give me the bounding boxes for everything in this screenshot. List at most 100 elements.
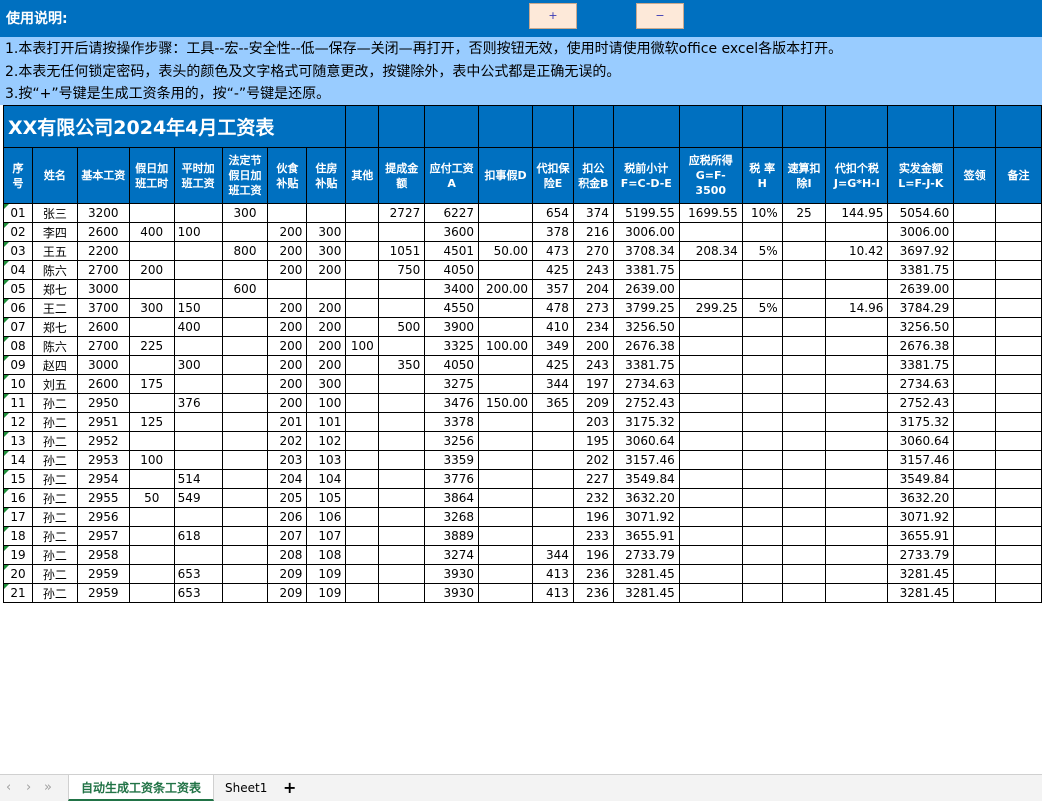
cell-other[interactable] (345, 431, 380, 451)
cell-taxable-g[interactable] (678, 469, 743, 489)
cell-holiday-hours[interactable] (128, 355, 175, 375)
cell-commission[interactable] (378, 507, 426, 527)
cell-leave-deduction-d[interactable] (478, 583, 534, 603)
cell-tax-rate-h[interactable] (741, 412, 783, 432)
cell-housing-fund-b[interactable]: 236 (572, 583, 614, 603)
cell-tax-rate-h[interactable] (741, 545, 783, 565)
cell-housing-fund-b[interactable]: 196 (572, 545, 614, 565)
cell-base-salary[interactable]: 2957 (76, 526, 130, 546)
cell-housing-allowance[interactable]: 109 (306, 564, 347, 584)
cell-overtime-pay[interactable] (173, 203, 223, 223)
cell-leave-deduction-d[interactable] (478, 469, 534, 489)
cell-insurance-e[interactable]: 413 (532, 564, 574, 584)
cell-overtime-pay[interactable] (173, 241, 223, 261)
column-header-overtime-pay[interactable]: 平时加班工资 (173, 147, 223, 204)
cell-pretax-f[interactable]: 2752.43 (612, 393, 680, 413)
cell-tax-rate-h[interactable] (741, 583, 783, 603)
cell-remarks[interactable] (995, 526, 1042, 546)
title-cell[interactable] (678, 105, 743, 148)
cell-pretax-f[interactable]: 3060.64 (612, 431, 680, 451)
last-sheet-icon[interactable]: » (44, 780, 52, 795)
cell-income-tax-j[interactable] (825, 279, 889, 299)
cell-name[interactable]: 张三 (31, 203, 78, 223)
cell-tax-rate-h[interactable] (741, 222, 783, 242)
cell-commission[interactable] (378, 393, 426, 413)
cell-insurance-e[interactable]: 413 (532, 583, 574, 603)
cell-payable-a[interactable]: 3889 (424, 526, 480, 546)
cell-net-pay-l[interactable]: 3256.50 (887, 317, 955, 337)
cell-housing-allowance[interactable]: 200 (306, 355, 347, 375)
cell-net-pay-l[interactable]: 3071.92 (887, 507, 955, 527)
cell-commission[interactable] (378, 412, 426, 432)
cell-insurance-e[interactable]: 425 (532, 260, 574, 280)
cell-income-tax-j[interactable]: 14.96 (825, 298, 889, 318)
cell-overtime-pay[interactable] (173, 545, 223, 565)
cell-other[interactable] (345, 317, 380, 337)
cell-seq[interactable]: 03 (3, 241, 33, 261)
cell-commission[interactable] (378, 469, 426, 489)
cell-base-salary[interactable]: 2959 (76, 564, 130, 584)
cell-base-salary[interactable]: 2952 (76, 431, 130, 451)
cell-pretax-f[interactable]: 2734.63 (612, 374, 680, 394)
cell-leave-deduction-d[interactable] (478, 374, 534, 394)
cell-overtime-pay[interactable] (173, 336, 223, 356)
cell-base-salary[interactable]: 2700 (76, 260, 130, 280)
cell-commission[interactable] (378, 222, 426, 242)
cell-base-salary[interactable]: 2954 (76, 469, 130, 489)
cell-legal-holiday-pay[interactable] (221, 260, 269, 280)
cell-taxable-g[interactable]: 208.34 (678, 241, 743, 261)
cell-holiday-hours[interactable] (128, 393, 175, 413)
cell-taxable-g[interactable] (678, 488, 743, 508)
cell-holiday-hours[interactable] (128, 317, 175, 337)
cell-base-salary[interactable]: 2956 (76, 507, 130, 527)
cell-other[interactable] (345, 279, 380, 299)
cell-meal-allowance[interactable]: 200 (267, 222, 308, 242)
cell-commission[interactable] (378, 336, 426, 356)
cell-net-pay-l[interactable]: 3060.64 (887, 431, 955, 451)
cell-insurance-e[interactable]: 425 (532, 355, 574, 375)
cell-legal-holiday-pay[interactable] (221, 583, 269, 603)
cell-remarks[interactable] (995, 203, 1042, 223)
cell-meal-allowance[interactable]: 202 (267, 431, 308, 451)
cell-base-salary[interactable]: 2950 (76, 393, 130, 413)
cell-overtime-pay[interactable]: 653 (173, 564, 223, 584)
cell-remarks[interactable] (995, 431, 1042, 451)
cell-other[interactable] (345, 355, 380, 375)
cell-overtime-pay[interactable]: 618 (173, 526, 223, 546)
cell-holiday-hours[interactable] (128, 203, 175, 223)
cell-housing-fund-b[interactable]: 203 (572, 412, 614, 432)
cell-quick-deduction-i[interactable] (781, 393, 827, 413)
cell-payable-a[interactable]: 3325 (424, 336, 480, 356)
column-header-payable-a[interactable]: 应付工资A (424, 147, 480, 204)
cell-other[interactable] (345, 241, 380, 261)
cell-signature[interactable] (953, 488, 997, 508)
cell-seq[interactable]: 04 (3, 260, 33, 280)
cell-payable-a[interactable]: 4550 (424, 298, 480, 318)
cell-income-tax-j[interactable] (825, 488, 889, 508)
cell-overtime-pay[interactable] (173, 374, 223, 394)
cell-leave-deduction-d[interactable] (478, 298, 534, 318)
cell-remarks[interactable] (995, 222, 1042, 242)
cell-housing-fund-b[interactable]: 270 (572, 241, 614, 261)
cell-housing-allowance[interactable] (306, 203, 347, 223)
cell-net-pay-l[interactable]: 2676.38 (887, 336, 955, 356)
cell-insurance-e[interactable] (532, 469, 574, 489)
cell-base-salary[interactable]: 2600 (76, 317, 130, 337)
cell-pretax-f[interactable]: 3799.25 (612, 298, 680, 318)
cell-tax-rate-h[interactable] (741, 431, 783, 451)
column-header-other[interactable]: 其他 (345, 147, 380, 204)
cell-name[interactable]: 孙二 (31, 469, 78, 489)
cell-taxable-g[interactable] (678, 393, 743, 413)
cell-commission[interactable]: 350 (378, 355, 426, 375)
column-header-seq[interactable]: 序号 (3, 147, 33, 204)
cell-tax-rate-h[interactable]: 5% (741, 298, 783, 318)
cell-leave-deduction-d[interactable] (478, 545, 534, 565)
cell-commission[interactable]: 750 (378, 260, 426, 280)
cell-quick-deduction-i[interactable] (781, 279, 827, 299)
cell-housing-fund-b[interactable]: 243 (572, 355, 614, 375)
cell-housing-fund-b[interactable]: 227 (572, 469, 614, 489)
cell-housing-allowance[interactable]: 200 (306, 317, 347, 337)
cell-housing-allowance[interactable]: 300 (306, 241, 347, 261)
cell-insurance-e[interactable]: 365 (532, 393, 574, 413)
cell-overtime-pay[interactable] (173, 412, 223, 432)
